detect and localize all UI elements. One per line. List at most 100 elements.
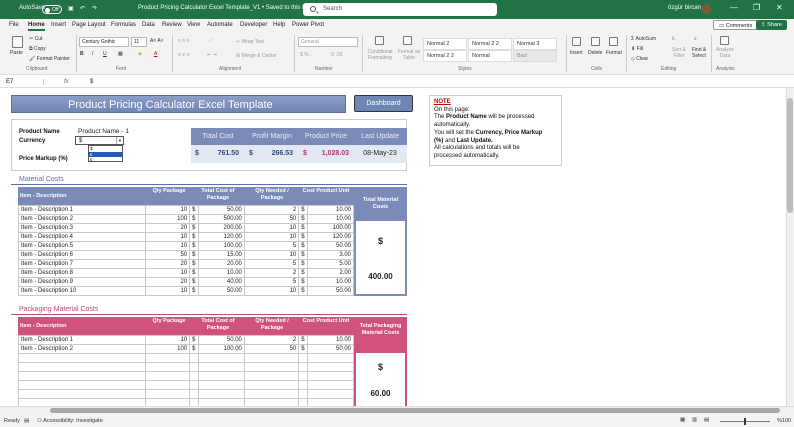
underline-icon[interactable]: U [103, 51, 107, 57]
table-cell[interactable]: Item - Description 9 [18, 277, 146, 287]
table-cell[interactable] [189, 380, 199, 390]
currency-dropdown[interactable]: $ ▼ [75, 136, 124, 145]
table-cell[interactable] [298, 371, 308, 381]
normal-view-icon[interactable]: ▦ [680, 417, 685, 423]
currency-options-list[interactable]: $ € £ [88, 145, 123, 162]
table-cell[interactable] [197, 371, 245, 381]
table-cell[interactable]: 5 [243, 241, 300, 251]
table-cell[interactable] [243, 389, 300, 399]
table-cell[interactable]: 120.00 [306, 232, 355, 242]
table-cell[interactable]: $ [189, 344, 199, 354]
table-cell[interactable] [306, 362, 355, 372]
table-cell[interactable]: 50.00 [306, 344, 355, 354]
table-cell[interactable]: $ [298, 241, 308, 251]
table-cell[interactable]: 40.00 [197, 277, 245, 287]
zoom-slider-handle[interactable] [744, 418, 746, 425]
table-cell[interactable]: 10 [144, 241, 191, 251]
tab-formulas[interactable]: Formulas [111, 22, 136, 28]
indent-icon[interactable]: ⇤ ⇥ [207, 52, 217, 58]
table-cell[interactable]: $ [298, 232, 308, 242]
table-cell[interactable]: $ [189, 250, 199, 260]
table-cell[interactable]: 2 [243, 205, 300, 215]
table-cell[interactable]: 2 [243, 268, 300, 278]
table-cell[interactable]: $ [298, 223, 308, 233]
product-name-value[interactable]: Product Name - 1 [78, 128, 129, 135]
table-cell[interactable]: Item - Description 4 [18, 232, 146, 242]
table-cell[interactable]: 5 [243, 259, 300, 269]
table-cell[interactable] [243, 353, 300, 363]
italic-icon[interactable]: I [92, 51, 93, 57]
table-cell[interactable]: Item - Description 2 [18, 344, 146, 354]
avatar[interactable] [701, 4, 711, 14]
delete-button[interactable]: Delete [588, 50, 602, 56]
paste-button[interactable]: Paste [10, 50, 23, 56]
table-cell[interactable]: 20 [144, 223, 191, 233]
table-cell[interactable] [197, 353, 245, 363]
table-cell[interactable]: Item - Description 1 [18, 205, 146, 215]
table-cell[interactable]: $ [189, 268, 199, 278]
table-cell[interactable]: 10 [144, 286, 191, 296]
format-button[interactable]: Format [606, 50, 622, 56]
cut-button[interactable]: ✂ Cut [29, 36, 42, 42]
table-cell[interactable] [298, 389, 308, 399]
table-cell[interactable]: $ [189, 335, 199, 345]
table-cell[interactable]: $ [189, 223, 199, 233]
align-left-icon[interactable]: ≡ ≡ ≡ [178, 52, 190, 58]
table-cell[interactable] [298, 380, 308, 390]
macro-icon[interactable]: ▤ [24, 418, 29, 424]
copy-button[interactable]: ⧉ Copy [29, 46, 46, 52]
document-title[interactable]: Product Pricing Calculator Excel Templat… [138, 5, 310, 11]
page-layout-view-icon[interactable]: ▥ [692, 417, 697, 423]
table-cell[interactable]: 100.00 [197, 241, 245, 251]
table-cell[interactable] [243, 371, 300, 381]
minimize-icon[interactable]: — [730, 3, 738, 12]
table-cell[interactable]: $ [298, 250, 308, 260]
accessibility-status[interactable]: ⚇ Accessibility: Investigate [37, 418, 103, 424]
user-name[interactable]: özgür bircan [668, 5, 701, 11]
table-cell[interactable] [197, 380, 245, 390]
format-as-table-button[interactable]: Format as Table [397, 49, 421, 61]
cell-style[interactable]: Normal 2 2 [423, 50, 467, 62]
table-cell[interactable]: $ [189, 241, 199, 251]
font-size-select[interactable]: 11 [131, 37, 147, 47]
table-cell[interactable] [18, 380, 146, 390]
table-cell[interactable]: $ [298, 214, 308, 224]
find-icon[interactable]: ⌕ [694, 36, 697, 42]
tab-page-layout[interactable]: Page Layout [72, 22, 106, 28]
table-cell[interactable] [18, 353, 146, 363]
vertical-scroll-thumb[interactable] [787, 98, 793, 213]
table-cell[interactable] [144, 389, 191, 399]
table-cell[interactable]: 10 [144, 335, 191, 345]
font-grow-icon[interactable]: A˄ A˅ [150, 38, 164, 44]
sort-filter-button[interactable]: Sort & Filter [670, 47, 688, 59]
number-format-select[interactable]: General [298, 37, 358, 47]
tab-view[interactable]: View [187, 22, 200, 28]
table-cell[interactable] [298, 353, 308, 363]
format-cells-icon[interactable] [609, 37, 618, 46]
table-cell[interactable]: $ [189, 232, 199, 242]
tab-developer[interactable]: Developer [240, 22, 267, 28]
table-cell[interactable]: $ [189, 286, 199, 296]
table-cell[interactable]: 10.00 [306, 335, 355, 345]
table-cell[interactable]: 100.00 [306, 223, 355, 233]
table-cell[interactable] [144, 353, 191, 363]
table-cell[interactable]: $ [189, 214, 199, 224]
tab-power-pivot[interactable]: Power Pivot [292, 22, 324, 28]
table-cell[interactable]: 15.00 [197, 250, 245, 260]
table-cell[interactable]: 100 [144, 214, 191, 224]
table-cell[interactable]: Item - Description 10 [18, 286, 146, 296]
clear-button[interactable]: ◇ Clear [631, 56, 648, 62]
name-box[interactable]: E7 [6, 79, 44, 85]
sort-filter-icon[interactable]: ⇅ [671, 36, 675, 42]
decimal-icon[interactable]: .0 .00 [330, 52, 343, 58]
share-button[interactable]: ⇪ Share [756, 20, 787, 30]
table-cell[interactable]: Item - Description 1 [18, 335, 146, 345]
cell-style[interactable]: Normal [468, 50, 512, 62]
orientation-icon[interactable]: ⟋ [209, 38, 213, 44]
table-cell[interactable] [306, 380, 355, 390]
format-painter-button[interactable]: 🖌 Format Painter [29, 56, 70, 62]
table-cell[interactable]: $ [298, 335, 308, 345]
last-update-value[interactable]: 08-May-23 [353, 145, 407, 163]
page-break-view-icon[interactable]: ▤ [704, 417, 709, 423]
autosave-toggle[interactable]: Off [42, 5, 62, 14]
